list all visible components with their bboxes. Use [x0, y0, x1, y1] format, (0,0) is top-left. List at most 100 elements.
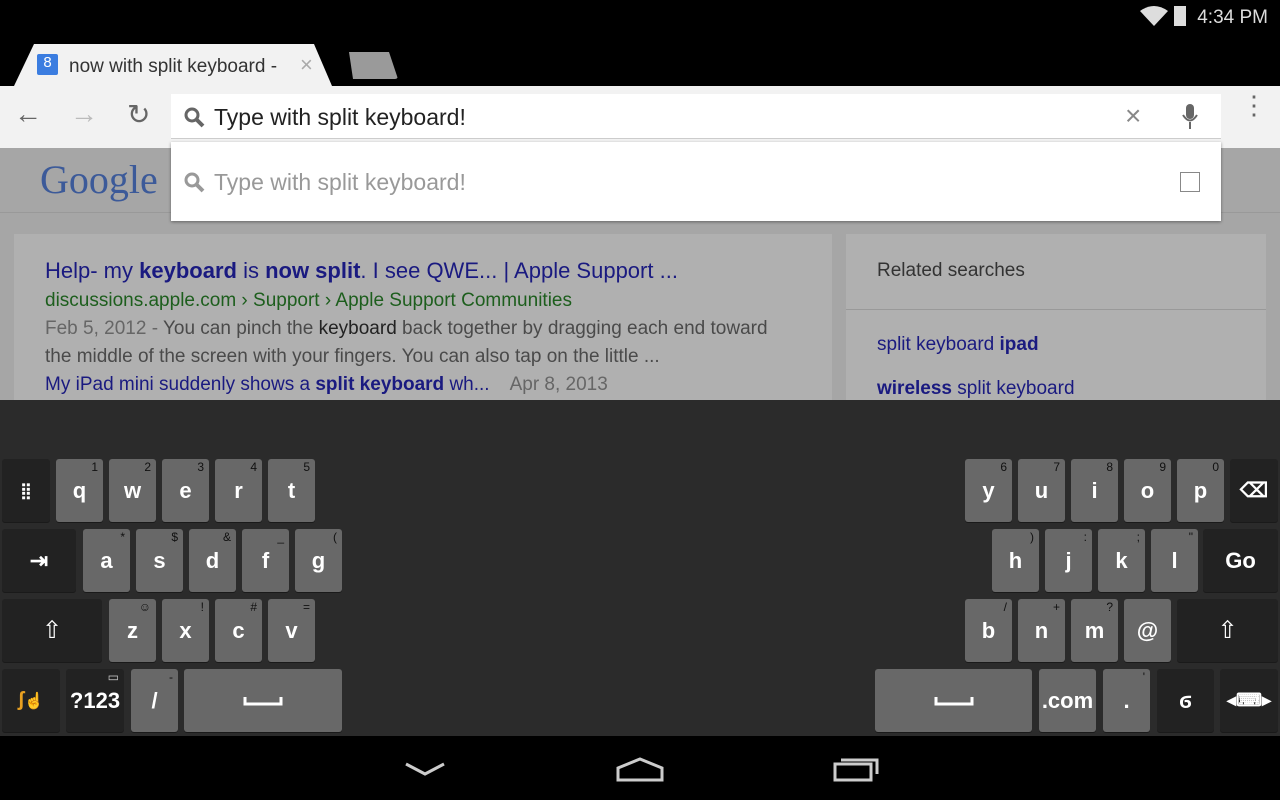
- key-w[interactable]: w2: [109, 459, 156, 522]
- keyboard-move-icon: ◂⌨▸: [1226, 690, 1272, 710]
- key-v[interactable]: v =: [268, 599, 315, 662]
- key-f[interactable]: f _: [242, 529, 289, 592]
- key-label: j: [1065, 547, 1072, 573]
- key-hint: +: [1052, 600, 1060, 614]
- key-shift[interactable]: ⇧: [1177, 599, 1278, 662]
- key-o[interactable]: o9: [1124, 459, 1171, 522]
- key-k[interactable]: k;: [1098, 529, 1145, 592]
- key-dragon-mic[interactable]: ϭ: [1157, 669, 1214, 732]
- key-tab[interactable]: ⇥: [2, 529, 76, 592]
- key-g[interactable]: g(: [295, 529, 342, 592]
- key-keyboard-move[interactable]: ◂⌨▸: [1220, 669, 1278, 732]
- back-button[interactable]: ←: [14, 98, 42, 130]
- omnibox-suggestion[interactable]: Type with split keyboard!: [171, 142, 1221, 221]
- key-hint: :: [1083, 530, 1087, 544]
- key-label: e: [179, 477, 192, 503]
- key-hint: ?: [1106, 600, 1113, 614]
- key-label: h: [1008, 547, 1023, 573]
- close-tab-icon[interactable]: ×: [300, 52, 313, 78]
- key-label: f: [261, 547, 270, 573]
- key-space[interactable]: [184, 669, 342, 732]
- key-c[interactable]: c #: [215, 599, 262, 662]
- related-heading: Related searches: [877, 260, 1025, 281]
- key-r[interactable]: r4: [215, 459, 262, 522]
- key-shift[interactable]: ⇧: [2, 599, 102, 662]
- key-h[interactable]: h): [992, 529, 1039, 592]
- key-t[interactable]: t5: [268, 459, 315, 522]
- forward-button[interactable]: →: [70, 98, 98, 130]
- key-n[interactable]: n +: [1018, 599, 1065, 662]
- key-y[interactable]: y6: [965, 459, 1012, 522]
- key-hint: 0: [1212, 460, 1219, 474]
- key-label: g: [311, 547, 326, 573]
- key-hint: &: [222, 530, 231, 544]
- key-hint: -: [169, 670, 173, 684]
- search-result: Help- my keyboard is now split. I see QW…: [14, 234, 832, 400]
- key-hint: !: [200, 600, 204, 614]
- search-suggest-icon[interactable]: [1180, 172, 1200, 192]
- back-icon[interactable]: [404, 762, 446, 776]
- swype-icon: ʃ ☝: [17, 689, 45, 711]
- result-sublink[interactable]: My iPad mini suddenly shows a split keyb…: [45, 374, 608, 396]
- key-label: i: [1091, 477, 1098, 503]
- key-label: q: [72, 477, 87, 503]
- related-searches: Related searches split keyboard ipad wir…: [846, 234, 1266, 400]
- home-icon[interactable]: [615, 756, 665, 782]
- omnibox[interactable]: Type with split keyboard! ×: [171, 94, 1221, 139]
- key-q[interactable]: q1: [56, 459, 103, 522]
- key-sym[interactable]: . ': [1103, 669, 1150, 732]
- key-keypad[interactable]: ⣿: [2, 459, 50, 522]
- microphone-icon[interactable]: [1181, 104, 1199, 130]
- key-d[interactable]: d &: [189, 529, 236, 592]
- key-swype[interactable]: ʃ ☝: [2, 669, 60, 732]
- key-s[interactable]: s $: [136, 529, 183, 592]
- wifi-icon: [1140, 6, 1168, 26]
- key-hint: ": [1188, 530, 1193, 544]
- key-123[interactable]: ?123 ▭: [66, 669, 124, 732]
- recents-icon[interactable]: [833, 754, 881, 782]
- key-label: s: [153, 547, 166, 573]
- result-url: discussions.apple.com › Support › Apple …: [45, 290, 572, 311]
- key-label: p: [1193, 477, 1208, 503]
- key-label: z: [127, 617, 138, 643]
- key-hint: *: [120, 530, 125, 544]
- tab-active[interactable]: 8 now with split keyboard - ×: [14, 44, 332, 86]
- key-b[interactable]: b /: [965, 599, 1012, 662]
- key-hint: #: [250, 600, 257, 614]
- related-item[interactable]: wireless split keyboard: [877, 378, 1075, 400]
- reload-button[interactable]: ↻: [127, 98, 150, 131]
- key-label: b: [981, 617, 996, 643]
- key-hint: ): [1030, 530, 1034, 544]
- key-label: ?123: [69, 687, 121, 713]
- key-hint: ▭: [107, 670, 119, 684]
- related-item[interactable]: split keyboard ipad: [877, 334, 1039, 356]
- result-title[interactable]: Help- my keyboard is now split. I see QW…: [45, 258, 678, 284]
- key-hint: =: [302, 600, 310, 614]
- key-j[interactable]: j:: [1045, 529, 1092, 592]
- key-space[interactable]: [875, 669, 1032, 732]
- omnibox-input[interactable]: Type with split keyboard!: [214, 104, 466, 131]
- menu-button[interactable]: ⋮: [1241, 92, 1267, 118]
- keypad-icon: ⣿: [20, 482, 32, 500]
- key-hint: ;: [1136, 530, 1140, 544]
- key-hint: _: [277, 530, 284, 544]
- key-p[interactable]: p0: [1177, 459, 1224, 522]
- key-label: y: [982, 477, 995, 503]
- key-sym[interactable]: / -: [131, 669, 178, 732]
- key-l[interactable]: l ": [1151, 529, 1198, 592]
- key-e[interactable]: e3: [162, 459, 209, 522]
- shift-icon: ⇧: [1217, 617, 1238, 644]
- key-Go[interactable]: Go: [1203, 529, 1278, 592]
- key-a[interactable]: a *: [83, 529, 130, 592]
- key-u[interactable]: u7: [1018, 459, 1065, 522]
- key-com[interactable]: .com: [1039, 669, 1096, 732]
- key-backspace[interactable]: ⌫: [1230, 459, 1278, 522]
- search-icon: [184, 172, 205, 193]
- result-snippet-line2: the middle of the screen with your finge…: [45, 346, 660, 367]
- key-x[interactable]: x!: [162, 599, 209, 662]
- key-i[interactable]: i8: [1071, 459, 1118, 522]
- clear-icon[interactable]: ×: [1125, 100, 1141, 132]
- key-sym[interactable]: @: [1124, 599, 1171, 662]
- key-z[interactable]: z ☺: [109, 599, 156, 662]
- key-m[interactable]: m?: [1071, 599, 1118, 662]
